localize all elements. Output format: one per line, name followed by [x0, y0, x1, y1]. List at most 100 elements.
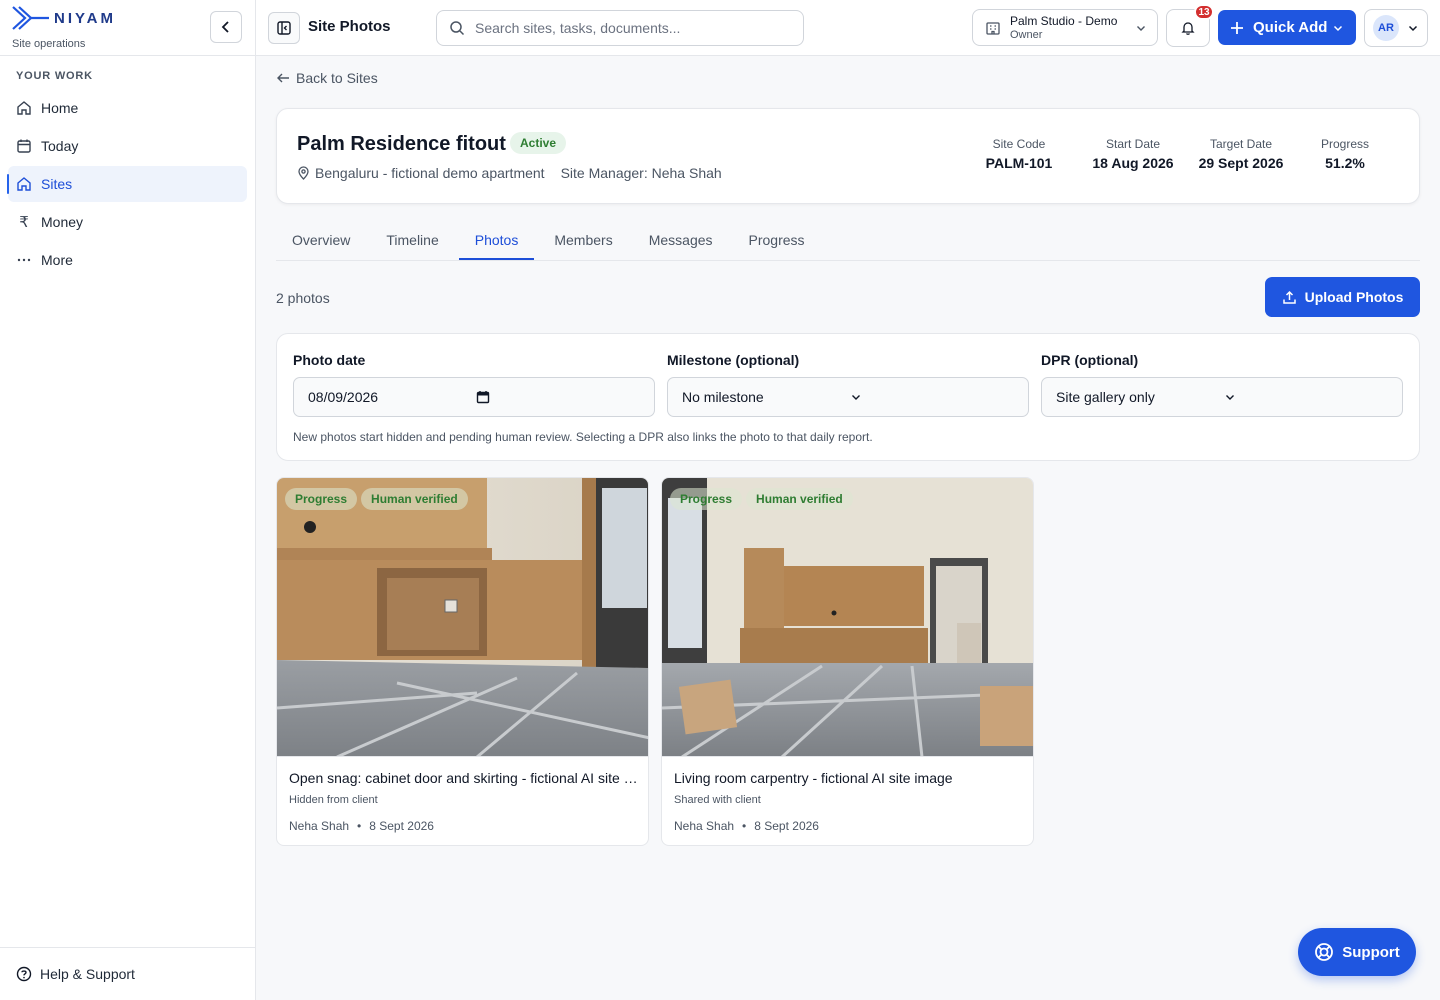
site-location: Bengaluru - fictional demo apartment: [315, 165, 545, 181]
stat-label: Start Date: [1105, 137, 1161, 151]
rupee-icon: ₹: [19, 214, 29, 231]
upload-options-card: Photo date 08/09/2026 Milestone (optiona…: [276, 333, 1420, 461]
photo-meta: Neha Shah • 8 Sept 2026: [674, 819, 819, 833]
sidebar-item-home[interactable]: Home: [8, 90, 247, 126]
status-badge: Active: [510, 132, 567, 154]
tab-progress[interactable]: Progress: [733, 216, 821, 260]
photo-date: 8 Sept 2026: [369, 819, 434, 833]
workspace-role: Owner: [1010, 28, 1043, 41]
chevron-down-icon: [1137, 25, 1145, 31]
sidebar-item-label: Money: [41, 214, 84, 230]
tag-progress: Progress: [670, 488, 743, 510]
bell-icon: [1181, 22, 1195, 35]
dpr-label: DPR (optional): [1041, 352, 1139, 368]
home-icon: [16, 100, 32, 116]
photo-card[interactable]: Progress Human verified Open snag: cabin…: [276, 477, 649, 846]
workspace-name: Palm Studio - Demo: [1010, 13, 1118, 28]
photo-card[interactable]: Progress Human verified Living room carp…: [661, 477, 1034, 846]
toggle-panel-button[interactable]: [268, 12, 300, 44]
photo-visibility: Shared with client: [674, 794, 761, 806]
photo-meta: Neha Shah • 8 Sept 2026: [289, 819, 434, 833]
search-bar[interactable]: [436, 10, 804, 46]
sidebar-item-more[interactable]: More: [8, 242, 247, 278]
photo-caption: Open snag: cabinet door and skirting - f…: [289, 770, 639, 786]
site-stats: Site Code PALM-101 Start Date 18 Aug 202…: [979, 137, 1395, 171]
support-label: Support: [1342, 943, 1400, 961]
quick-add-button[interactable]: Quick Add: [1218, 10, 1356, 45]
stat-progress: Progress 51.2%: [1295, 137, 1395, 171]
niyam-logo-icon: [12, 6, 49, 30]
quick-add-label: Quick Add: [1253, 19, 1328, 36]
support-button[interactable]: Support: [1298, 928, 1416, 976]
help-support-label: Help & Support: [40, 966, 135, 982]
tab-messages[interactable]: Messages: [633, 216, 729, 260]
milestone-select[interactable]: No milestone: [667, 377, 1029, 417]
photo-caption: Living room carpentry - fictional AI sit…: [674, 770, 953, 786]
upload-photos-button[interactable]: Upload Photos: [1265, 277, 1420, 317]
tab-overview[interactable]: Overview: [276, 216, 366, 260]
photo-tags: Progress Human verified: [285, 488, 472, 510]
separator-dot: •: [742, 819, 747, 833]
cabinet-photo-image: [277, 478, 648, 756]
sidebar-item-label: Sites: [41, 176, 73, 192]
milestone-label: Milestone (optional): [667, 352, 800, 368]
page-title: Site Photos: [308, 18, 391, 35]
chevron-down-icon: [1333, 25, 1343, 31]
stat-value: PALM-101: [985, 155, 1053, 171]
avatar: AR: [1373, 15, 1399, 41]
photo-date-field: Photo date 08/09/2026: [293, 352, 655, 417]
stat-site-code: Site Code PALM-101: [979, 137, 1059, 171]
photo-date-label: Photo date: [293, 352, 366, 368]
search-input[interactable]: [475, 20, 775, 36]
building-icon: [986, 21, 1000, 35]
upload-icon: [1282, 290, 1297, 305]
site-manager: Site Manager: Neha Shah: [560, 165, 722, 181]
stat-label: Progress: [1320, 137, 1370, 151]
tag-progress: Progress: [285, 488, 358, 510]
plus-icon: [1231, 21, 1243, 34]
site-summary-card: Palm Residence fitout Active Bengaluru -…: [276, 108, 1420, 204]
calendar-icon[interactable]: [476, 390, 644, 404]
sidebar-item-today[interactable]: Today: [8, 128, 247, 164]
notifications-button[interactable]: 13: [1166, 4, 1214, 47]
tag-human-verified: Human verified: [361, 488, 468, 510]
photo-author: Neha Shah: [674, 819, 735, 833]
help-circle-icon: [16, 966, 32, 982]
sidebar-item-label: Today: [41, 138, 79, 154]
stat-label: Target Date: [1209, 137, 1273, 151]
chevron-left-icon: [221, 21, 229, 33]
photo-visibility: Hidden from client: [289, 794, 378, 806]
chevron-down-icon: [1407, 22, 1419, 34]
sidebar-item-money[interactable]: ₹ Money: [8, 204, 247, 240]
separator-dot: •: [357, 819, 362, 833]
sidebar-panel-icon: [277, 21, 291, 35]
photo-thumbnail[interactable]: Progress Human verified: [277, 478, 648, 757]
photo-date-value: 08/09/2026: [308, 389, 379, 405]
stat-start-date: Start Date 18 Aug 2026: [1079, 137, 1187, 171]
tab-photos[interactable]: Photos: [458, 216, 535, 260]
dpr-field: DPR (optional) Site gallery only: [1041, 352, 1403, 417]
photo-author: Neha Shah: [289, 819, 350, 833]
photo-count: 2 photos: [276, 290, 330, 306]
stat-value: 51.2%: [1325, 155, 1365, 171]
back-to-sites-link[interactable]: Back to Sites: [276, 70, 378, 86]
photo-thumbnail[interactable]: Progress Human verified: [662, 478, 1033, 757]
tab-members[interactable]: Members: [538, 216, 628, 260]
brand-name: NIYAM: [54, 9, 116, 27]
arrow-left-icon: [276, 71, 290, 85]
search-icon: [450, 21, 465, 36]
map-pin-icon: [297, 166, 310, 180]
tab-timeline[interactable]: Timeline: [370, 216, 454, 260]
tag-human-verified: Human verified: [746, 488, 853, 510]
dpr-select[interactable]: Site gallery only: [1041, 377, 1403, 417]
milestone-field: Milestone (optional) No milestone: [667, 352, 1029, 417]
user-menu-button[interactable]: AR: [1364, 9, 1428, 47]
sidebar-item-sites[interactable]: Sites: [7, 166, 247, 202]
photo-date-input[interactable]: 08/09/2026: [293, 377, 655, 417]
help-support-link[interactable]: Help & Support: [0, 947, 255, 1000]
collapse-sidebar-button[interactable]: [210, 11, 242, 43]
milestone-value: No milestone: [682, 389, 764, 405]
sidebar: NIYAM Site operations YOUR WORK Home Tod…: [0, 0, 256, 1000]
upload-note: New photos start hidden and pending huma…: [293, 430, 873, 444]
workspace-switcher[interactable]: Palm Studio - Demo Owner: [972, 9, 1158, 46]
